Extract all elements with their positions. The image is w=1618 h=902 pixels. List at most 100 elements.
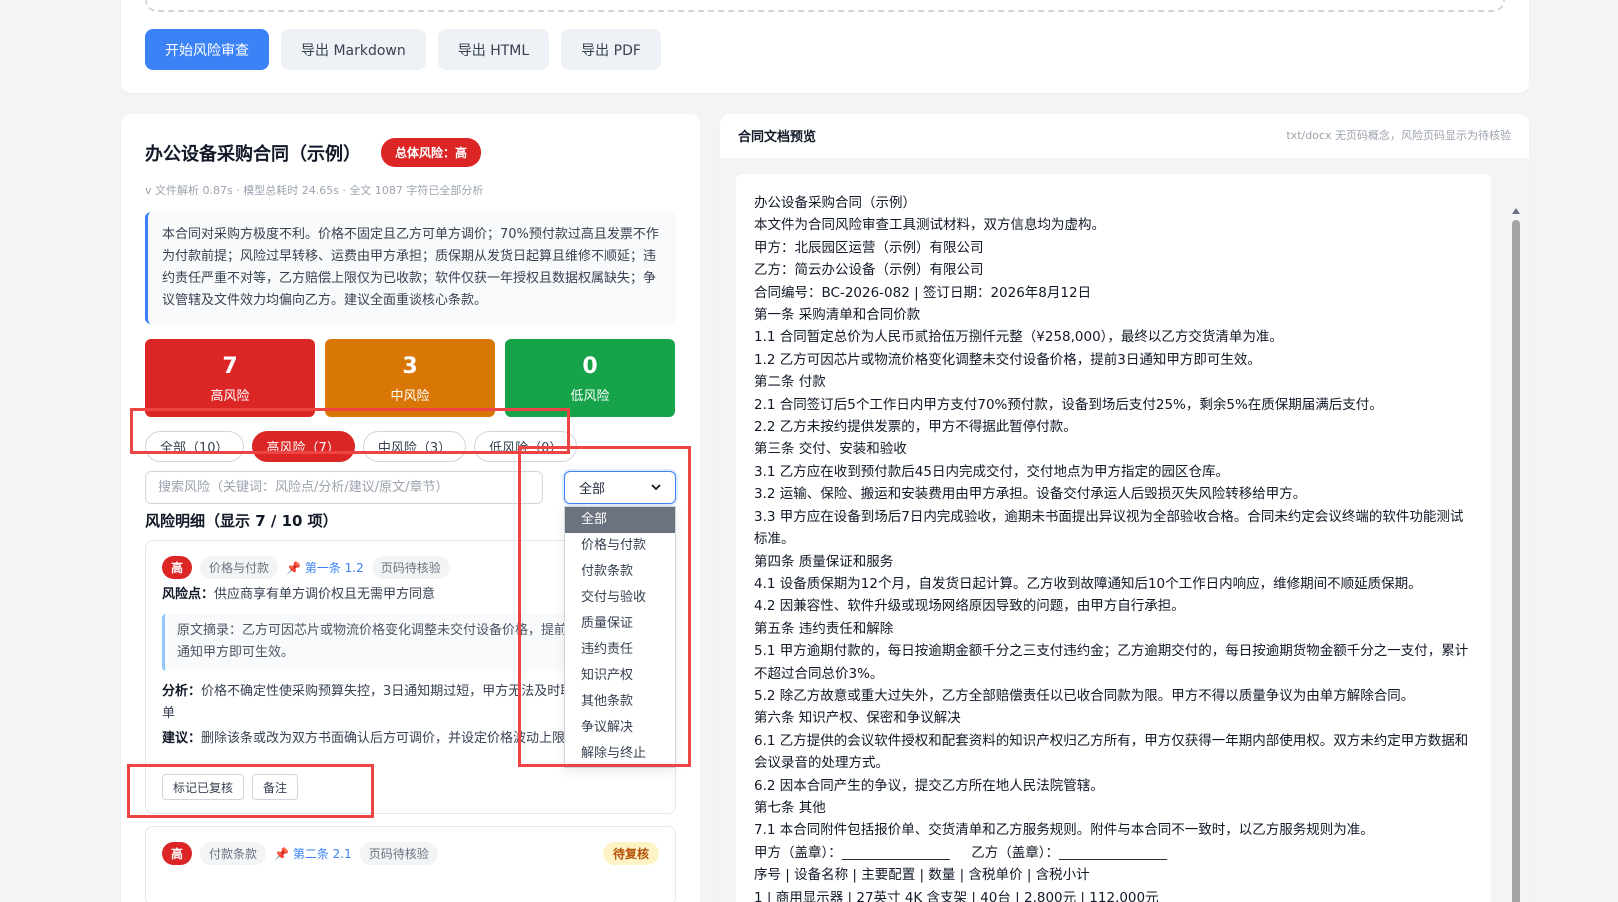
document-line: 6.1 乙方提供的会议软件授权和配套资料的知识产权归乙方所有，甲方仅获得一年期内… [754, 732, 1469, 772]
export-html-button[interactable]: 导出 HTML [437, 29, 550, 70]
pin-icon: 📌 [274, 847, 289, 861]
document-line: 本文件为合同风险审查工具测试材料，双方信息均为虚构。 [754, 217, 1105, 234]
filter-low[interactable]: 低风险（0） [474, 431, 578, 462]
risk-list-title: 风险明细（显示 7 / 10 项） [145, 512, 338, 530]
category-option[interactable]: 争议解决 [565, 715, 675, 741]
quote-label: 原文摘录： [177, 623, 243, 638]
category-option[interactable]: 解除与终止 [565, 741, 675, 767]
risk-point-label: 风险点： [162, 587, 215, 602]
category-option[interactable]: 付款条款 [565, 559, 675, 585]
document-line: 3.1 乙方应在收到预付款后45日内完成交付，交付地点为甲方指定的园区仓库。 [754, 463, 1229, 480]
analysis-label: 分析： [162, 684, 202, 699]
document-line: 4.2 因兼容性、软件升级或现场网络原因导致的问题，由甲方自行承担。 [754, 598, 1185, 615]
add-note-button[interactable]: 备注 [252, 774, 299, 800]
filter-all[interactable]: 全部（10） [145, 431, 244, 462]
risk-category-tag: 价格与付款 [200, 556, 279, 579]
analysis-text: 价格不确定性使采购预算失控，3日通知期过短，甲方无法及时取消订单 [162, 684, 600, 721]
document-line: 序号 | 设备名称 | 主要配置 | 数量 | 含税单价 | 含税小计 [754, 867, 1090, 884]
risk-summary: 本合同对采购方极度不利。价格不固定且乙方可单方调价；70%预付款过高且发票不作为… [145, 212, 676, 324]
stat-low-risk: 0 低风险 [505, 339, 675, 417]
contract-document: 办公设备采购合同（示例） 本文件为合同风险审查工具测试材料，双方信息均为虚构。 甲方… [736, 174, 1491, 902]
report-header: 办公设备采购合同（示例） 总体风险：高 [145, 138, 482, 167]
page-status-tag: 页码待核验 [371, 556, 450, 579]
risk-stats: 7 高风险 3 中风险 0 低风险 [145, 339, 675, 417]
start-review-button[interactable]: 开始风险审查 [145, 29, 269, 70]
mark-reviewed-button[interactable]: 标记已复核 [162, 774, 245, 800]
stat-mid-risk: 3 中风险 [325, 339, 495, 417]
clause-link[interactable]: 📌 第一条 1.2 [286, 559, 364, 576]
preview-title: 合同文档预览 [738, 130, 817, 145]
document-line: 合同编号：BC-2026-082 | 签订日期：2026年8月12日 [754, 284, 1092, 301]
contract-preview-panel: 合同文档预览 txt/docx 无页码概念，风险页码显示为待核验 办公设备采购合… [720, 114, 1529, 902]
clause-ref: 第一条 1.2 [304, 561, 364, 575]
clause-link[interactable]: 📌 第二条 2.1 [274, 845, 352, 862]
document-line: 第三条 交付、安装和验收 [754, 441, 907, 458]
document-line: 6.2 因本合同产生的争议，提交乙方所在地人民法院管辖。 [754, 777, 1104, 794]
analysis-meta[interactable]: v 文件解析 0.87s · 模型总耗时 24.65s · 全文 1087 字符… [145, 182, 483, 198]
document-line: 乙方：简云办公设备（示例）有限公司 [754, 262, 984, 279]
stat-mid-label: 中风险 [390, 388, 430, 404]
risk-search-input[interactable] [145, 471, 543, 504]
risk-analysis: 分析：价格不确定性使采购预算失控，3日通知期过短，甲方无法及时取消订单 [162, 681, 602, 725]
category-option[interactable]: 知识产权 [565, 663, 675, 689]
stat-mid-count: 3 [402, 353, 418, 379]
document-line: 2.2 乙方未按约提供发票的，甲方不得据此暂停付款。 [754, 419, 1077, 436]
filter-mid[interactable]: 中风险（3） [362, 431, 467, 462]
filter-high[interactable]: 高风险（7） [251, 431, 355, 462]
risk-card-actions: 标记已复核 备注 [162, 774, 299, 800]
preview-scroll-area[interactable]: 办公设备采购合同（示例） 本文件为合同风险审查工具测试材料，双方信息均为虚构。 甲方… [720, 158, 1529, 902]
advice-label: 建议： [162, 731, 202, 746]
document-line: 5.2 除乙方故意或重大过失外，乙方全部赔偿责任以已收合同款为限。甲方不得以质量… [754, 687, 1415, 704]
risk-card[interactable]: 高 付款条款 📌 第二条 2.1 页码待核验 待复核 [145, 826, 676, 902]
chevron-down-icon [651, 480, 661, 495]
document-line: 1.2 乙方可因芯片或物流价格变化调整未交付设备价格，提前3日通知甲方即可生效。 [754, 351, 1261, 368]
pin-icon: 📌 [286, 561, 301, 575]
document-line: 第四条 质量保证和服务 [754, 553, 894, 570]
risk-level-badge: 高 [162, 842, 193, 865]
clause-ref: 第二条 2.1 [292, 847, 352, 861]
stat-low-label: 低风险 [570, 388, 610, 404]
risk-tags: 高 付款条款 📌 第二条 2.1 页码待核验 [162, 842, 438, 865]
category-option[interactable]: 交付与验收 [565, 585, 675, 611]
category-option[interactable]: 其他条款 [565, 689, 675, 715]
category-option[interactable]: 价格与付款 [565, 533, 675, 559]
document-line: 7.1 本合同附件包括报价单、交货清单和乙方服务规则。附件与本合同不一致时，以乙… [754, 822, 1374, 839]
document-line: 甲方（盖章）：________________ 乙方（盖章）：_________… [754, 844, 1167, 861]
upload-toolbar-card: 开始风险审查 导出 Markdown 导出 HTML 导出 PDF [121, 0, 1529, 93]
category-option[interactable]: 违约责任 [565, 637, 675, 663]
scroll-up-arrow-icon[interactable] [1512, 208, 1520, 214]
category-option[interactable]: 质量保证 [565, 611, 675, 637]
risk-category-tag: 付款条款 [200, 842, 267, 865]
export-pdf-button[interactable]: 导出 PDF [561, 29, 661, 70]
category-dropdown-list: 全部 价格与付款 付款条款 交付与验收 质量保证 违约责任 知识产权 其他条款 … [564, 506, 676, 768]
file-dropzone[interactable] [145, 0, 1505, 12]
document-line: 3.2 运输、保险、搬运和安装费用由甲方承担。设备交付承运人后毁损灭失风险转移给… [754, 486, 1307, 503]
document-line: 第一条 采购清单和合同价款 [754, 307, 921, 324]
risk-report-panel: 办公设备采购合同（示例） 总体风险：高 v 文件解析 0.87s · 模型总耗时… [121, 114, 700, 902]
document-line: 第七条 其他 [754, 799, 826, 816]
risk-point-text: 供应商享有单方调价权且无需甲方同意 [214, 587, 436, 602]
preview-scrollbar[interactable] [1511, 208, 1521, 902]
document-line: 1 | 商用显示器 | 27英寸 4K 含支架 | 40台 | 2,800元 |… [754, 889, 1159, 902]
document-line: 办公设备采购合同（示例） [754, 195, 916, 211]
risk-level-filters: 全部（10） 高风险（7） 中风险（3） 低风险（0） [145, 431, 578, 462]
category-option[interactable]: 全部 [565, 507, 675, 533]
document-line: 第二条 付款 [754, 374, 826, 391]
risk-advice: 建议：删除该条或改为双方书面确认后方可调价，并设定价格波动上限 [162, 728, 602, 750]
risk-point: 风险点：供应商享有单方调价权且无需甲方同意 [162, 584, 602, 606]
export-markdown-button[interactable]: 导出 Markdown [281, 29, 426, 70]
document-line: 2.1 合同签订后5个工作日内甲方支付70%预付款，设备到场后支付25%，剩余5… [754, 396, 1383, 413]
action-toolbar: 开始风险审查 导出 Markdown 导出 HTML 导出 PDF [145, 29, 661, 70]
scrollbar-thumb[interactable] [1512, 220, 1520, 902]
document-line: 甲方：北辰园区运营（示例）有限公司 [754, 239, 984, 256]
overall-risk-badge: 总体风险：高 [381, 138, 482, 167]
document-line: 3.3 甲方应在设备到场后7日内完成验收，逾期未书面提出异议视为全部验收合格。合… [754, 508, 1464, 548]
advice-text: 删除该条或改为双方书面确认后方可调价，并设定价格波动上限 [201, 731, 566, 746]
preview-note: txt/docx 无页码概念，风险页码显示为待核验 [1286, 129, 1511, 142]
document-line: 5.1 甲方逾期付款的，每日按逾期金额千分之三支付违约金；乙方逾期交付的，每日按… [754, 643, 1469, 682]
category-select[interactable]: 全部 [564, 471, 676, 504]
document-line: 1.1 合同暂定总价为人民币贰拾伍万捌仟元整（¥258,000），最终以乙方交货… [754, 329, 1283, 346]
category-select-value: 全部 [579, 482, 606, 497]
stat-high-label: 高风险 [210, 388, 250, 404]
document-line: 4.1 设备质保期为12个月，自发货日起计算。乙方收到故障通知后10个工作日内响… [754, 575, 1422, 592]
